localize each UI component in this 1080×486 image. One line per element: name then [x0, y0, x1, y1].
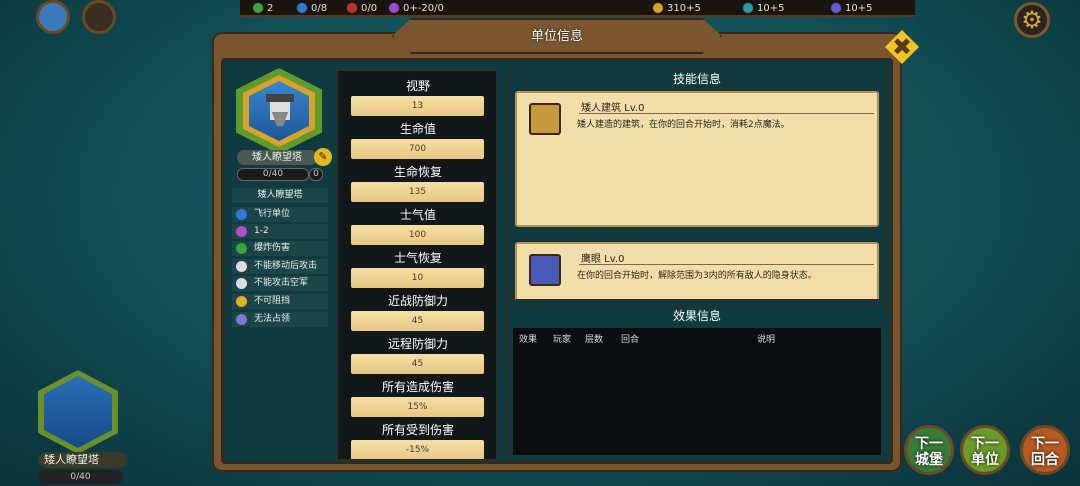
skill-desc: 矮人建造的建筑，在你的回合开始时，消耗2点魔法。 — [577, 120, 790, 130]
stat-label-melee-def: 近战防御力 — [387, 294, 448, 308]
resource-1-icon — [252, 2, 264, 14]
trait-no-move-attack: 不能移动后攻击 — [232, 259, 328, 274]
stat-label-vision: 视野 — [405, 79, 430, 93]
next-turn-button[interactable]: 下一 回合 — [1020, 425, 1070, 475]
bag-icon[interactable] — [82, 0, 116, 34]
resource-4: 0+-20/0 — [388, 2, 444, 14]
unit-hp-count: 0 — [309, 168, 323, 181]
skill-card: 矮人建筑 Lv.0 矮人建造的建筑，在你的回合开始时，消耗2点魔法。 — [515, 91, 879, 227]
eagle-eye-skill-icon — [529, 254, 561, 286]
effects-col-player: 玩家 — [553, 335, 572, 345]
trait-label: 飞行单位 — [254, 209, 291, 219]
resource-6: 10+5 — [742, 2, 784, 14]
selected-unit-name: 矮人瞭望塔 — [38, 452, 128, 468]
stat-label-ranged-def: 远程防御力 — [387, 337, 448, 351]
stat-value-hp-regen: 135 — [351, 182, 484, 202]
resource-2-value: 0/8 — [311, 2, 328, 14]
next-unit-button[interactable]: 下一 单位 — [960, 425, 1010, 475]
stat-label-morale-regen: 士气恢复 — [393, 251, 442, 265]
skill-card: 鹰眼 Lv.0 在你的回合开始时，解除范围为3内的所有敌人的隐身状态。 — [515, 242, 879, 299]
trait-label: 1-2 — [254, 226, 269, 236]
stat-value-ranged-def: 45 — [351, 354, 484, 374]
trait-no-capture: 无法占领 — [232, 312, 328, 327]
flying-icon — [236, 209, 247, 220]
effects-col-desc: 说明 — [757, 335, 776, 345]
next-city-button[interactable]: 下一 城堡 — [904, 425, 954, 475]
trait-label: 不能攻击空军 — [254, 278, 309, 288]
trait-unstoppable: 不可阻挡 — [232, 294, 328, 309]
resource-7-icon — [830, 2, 842, 14]
unstoppable-icon — [236, 296, 247, 307]
stat-value-melee-def: 45 — [351, 311, 484, 331]
trait-explosive: 爆炸伤害 — [232, 241, 328, 256]
resource-bar: 2 0/8 0/0 0+-20/0 310+5 10+5 10+5 — [240, 0, 915, 17]
trait-label: 不能移动后攻击 — [254, 261, 318, 271]
stat-value-morale-regen: 10 — [351, 268, 484, 288]
stat-label-hp-regen: 生命恢复 — [393, 165, 442, 179]
stat-label-dmg-taken: 所有受到伤害 — [381, 423, 454, 437]
effects-col-effect: 效果 — [519, 335, 538, 345]
trait-range: 1-2 — [232, 224, 328, 239]
resource-4-value: 0+-20/0 — [403, 2, 444, 14]
resource-7: 10+5 — [830, 2, 872, 14]
effects-header: 效果信息 — [672, 309, 721, 323]
resource-2-icon — [296, 2, 308, 14]
skill-divider — [579, 113, 874, 114]
resource-gold: 310+5 — [652, 2, 701, 14]
resource-3-icon — [346, 2, 358, 14]
stat-value-vision: 13 — [351, 96, 484, 116]
unit-hp-bar: 0/40 — [237, 168, 309, 181]
rename-pencil-icon[interactable]: ✎ — [314, 148, 332, 166]
trait-flying: 飞行单位 — [232, 207, 328, 222]
skill-name: 鹰眼 Lv.0 — [581, 254, 625, 265]
stat-value-hp: 700 — [351, 139, 484, 159]
stat-value-dmg-taken: -15% — [351, 440, 484, 459]
resource-7-value: 10+5 — [845, 2, 873, 14]
stat-label-morale: 士气值 — [399, 208, 436, 222]
resource-4-icon — [388, 2, 400, 14]
effects-panel: 效果信息 效果 玩家 层数 回合 说明 — [506, 305, 888, 460]
resource-1-value: 2 — [267, 2, 274, 14]
effects-col-rounds: 回合 — [621, 335, 640, 345]
trait-no-air-attack: 不能攻击空军 — [232, 276, 328, 291]
effects-col-stacks: 层数 — [585, 335, 604, 345]
stat-label-dmg-dealt: 所有造成伤害 — [381, 380, 454, 394]
building-skill-icon — [529, 103, 561, 135]
selected-unit-hp: 0/40 — [38, 470, 123, 484]
tower-icon — [266, 94, 294, 130]
unit-name: 矮人瞭望塔 — [237, 150, 317, 165]
resource-6-value: 10+5 — [757, 2, 785, 14]
trait-label: 爆炸伤害 — [254, 243, 291, 253]
dialog-title: 单位信息 — [392, 18, 722, 54]
range-icon — [236, 226, 247, 237]
resource-1: 2 — [252, 2, 273, 14]
explosion-icon — [236, 243, 247, 254]
skill-name: 矮人建筑 Lv.0 — [581, 103, 645, 114]
boot-icon — [236, 261, 247, 272]
trait-label: 无法占领 — [254, 314, 291, 324]
settings-gear-icon[interactable]: ⚙ — [1014, 2, 1050, 38]
gold-icon — [652, 2, 664, 14]
resource-3: 0/0 — [346, 2, 377, 14]
skill-desc: 在你的回合开始时，解除范围为3内的所有敌人的隐身状态。 — [577, 271, 817, 281]
stats-column[interactable]: 视野 13 生命值 700 生命恢复 135 士气值 100 士气恢复 10 近… — [337, 70, 497, 460]
wing-icon — [236, 278, 247, 289]
weather-icon[interactable] — [36, 0, 70, 34]
skill-divider — [579, 264, 874, 265]
resource-2: 0/8 — [296, 2, 327, 14]
trait-label: 不可阻挡 — [254, 296, 291, 306]
resource-6-icon — [742, 2, 754, 14]
stat-value-morale: 100 — [351, 225, 484, 245]
gold-value: 310+5 — [667, 2, 701, 14]
stat-value-dmg-dealt: 15% — [351, 397, 484, 417]
unit-type-label: 矮人瞭望塔 — [232, 188, 328, 203]
skills-panel[interactable]: 技能信息 矮人建筑 Lv.0 矮人建造的建筑，在你的回合开始时，消耗2点魔法。 … — [506, 68, 888, 300]
effects-table[interactable] — [513, 328, 881, 455]
flag-icon — [236, 314, 247, 325]
resource-3-value: 0/0 — [361, 2, 378, 14]
skills-header: 技能信息 — [672, 72, 721, 86]
stat-label-hp: 生命值 — [399, 122, 436, 136]
selected-unit-portrait[interactable] — [38, 370, 118, 460]
